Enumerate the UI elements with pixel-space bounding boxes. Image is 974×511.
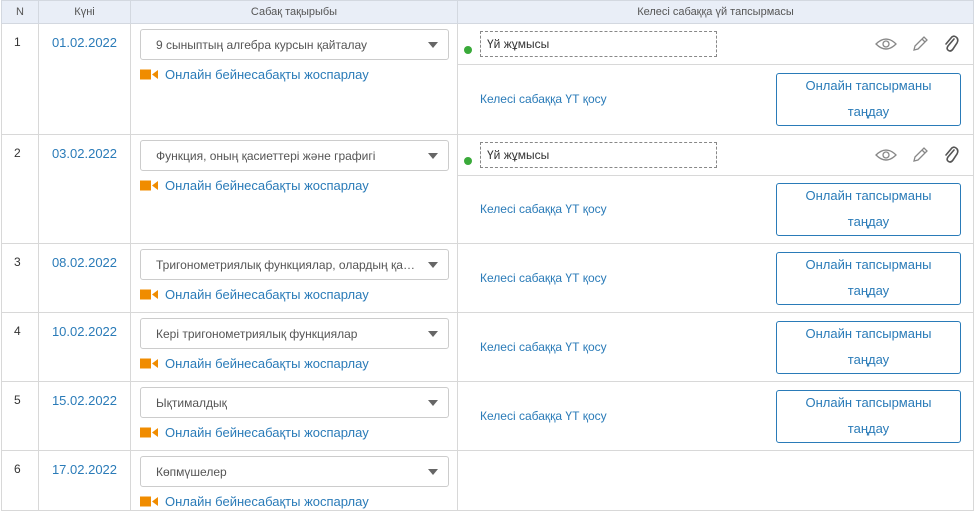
plan-online-video-link[interactable]: Онлайн бейнесабақты жоспарлау <box>140 67 449 82</box>
lesson-date[interactable]: 03.02.2022 <box>52 146 117 161</box>
add-homework-link[interactable]: Келесі сабаққа ҮТ қосу <box>480 409 607 423</box>
lesson-date[interactable]: 17.02.2022 <box>52 462 117 477</box>
eye-icon[interactable] <box>875 148 897 162</box>
add-homework-link[interactable]: Келесі сабаққа ҮТ қосу <box>480 202 607 216</box>
topic-select[interactable]: Ықтималдық <box>140 387 449 418</box>
topic-select-value: Тригонометриялық функциялар, олардың қас… <box>156 257 420 272</box>
choose-online-task-label-1: Онлайн тапсырманы <box>805 326 932 341</box>
video-camera-icon <box>140 496 158 507</box>
video-camera-icon <box>140 427 158 438</box>
next-homework-row: Келесі сабаққа ҮТ қосу Онлайн тапсырманы… <box>458 382 973 450</box>
table-row: 1 01.02.2022 9 сыныптың алгебра курсын қ… <box>1 23 974 135</box>
chevron-down-icon <box>428 261 438 268</box>
chevron-down-icon <box>428 399 438 406</box>
plan-online-video-label: Онлайн бейнесабақты жоспарлау <box>165 425 369 440</box>
plan-online-video-link[interactable]: Онлайн бейнесабақты жоспарлау <box>140 494 449 509</box>
video-camera-icon <box>140 289 158 300</box>
next-homework-row: Келесі сабаққа ҮТ қосу Онлайн тапсырманы… <box>458 313 973 381</box>
choose-online-task-button[interactable]: Онлайн тапсырманы таңдау <box>776 251 961 305</box>
topic-select-value: Кері тригонометриялық функциялар <box>156 326 358 341</box>
col-date: Күні <box>38 0 131 24</box>
topic-select-value: 9 сыныптың алгебра курсын қайталау <box>156 37 368 52</box>
table-row: 6 17.02.2022 Көпмүшелер Онлайн бейнесаба… <box>1 450 974 511</box>
chevron-down-icon <box>428 152 438 159</box>
chevron-down-icon <box>428 468 438 475</box>
lesson-date[interactable]: 15.02.2022 <box>52 393 117 408</box>
header-row: N Күні Сабақ тақырыбы Келесі сабаққа үй … <box>1 0 974 24</box>
next-homework-row: Келесі сабаққа ҮТ қосу Онлайн тапсырманы… <box>458 65 973 133</box>
plan-online-video-label: Онлайн бейнесабақты жоспарлау <box>165 494 369 509</box>
topic-select[interactable]: 9 сыныптың алгебра курсын қайталау <box>140 29 449 60</box>
choose-online-task-label-1: Онлайн тапсырманы <box>805 257 932 272</box>
plan-online-video-label: Онлайн бейнесабақты жоспарлау <box>165 287 369 302</box>
plan-online-video-label: Онлайн бейнесабақты жоспарлау <box>165 356 369 371</box>
video-camera-icon <box>140 358 158 369</box>
table-row: 3 08.02.2022 Тригонометриялық функциялар… <box>1 243 974 313</box>
homework-field[interactable]: Үй жұмысы <box>480 142 717 168</box>
choose-online-task-button[interactable]: Онлайн тапсырманы таңдау <box>776 182 961 236</box>
col-n: N <box>1 0 39 24</box>
pencil-icon[interactable] <box>911 35 929 53</box>
table-row: 4 10.02.2022 Кері тригонометриялық функц… <box>1 312 974 382</box>
paperclip-icon[interactable] <box>943 34 959 54</box>
topic-select-value: Функция, оның қасиеттері және графигі <box>156 148 376 163</box>
row-number: 5 <box>14 393 21 407</box>
topic-select[interactable]: Көпмүшелер <box>140 456 449 487</box>
lesson-date[interactable]: 08.02.2022 <box>52 255 117 270</box>
plan-online-video-link[interactable]: Онлайн бейнесабақты жоспарлау <box>140 356 449 371</box>
choose-online-task-label-2: таңдау <box>847 283 890 298</box>
status-dot <box>464 46 472 54</box>
lessons-table: N Күні Сабақ тақырыбы Келесі сабаққа үй … <box>1 0 974 511</box>
add-homework-link[interactable]: Келесі сабаққа ҮТ қосу <box>480 92 607 106</box>
topic-select-value: Көпмүшелер <box>156 464 227 479</box>
pencil-icon[interactable] <box>911 146 929 164</box>
choose-online-task-label-2: таңдау <box>847 352 890 367</box>
paperclip-icon[interactable] <box>943 145 959 165</box>
table-row: 5 15.02.2022 Ықтималдық Онлайн бейнесаба… <box>1 381 974 451</box>
plan-online-video-label: Онлайн бейнесабақты жоспарлау <box>165 178 369 193</box>
row-number: 1 <box>14 35 21 49</box>
plan-online-video-link[interactable]: Онлайн бейнесабақты жоспарлау <box>140 178 449 193</box>
row-number: 4 <box>14 324 21 338</box>
choose-online-task-label-1: Онлайн тапсырманы <box>805 188 932 203</box>
choose-online-task-label-2: таңдау <box>847 421 890 436</box>
choose-online-task-label-1: Онлайн тапсырманы <box>805 395 932 410</box>
choose-online-task-label-2: таңдау <box>847 214 890 229</box>
col-topic: Сабақ тақырыбы <box>130 0 458 24</box>
topic-select[interactable]: Функция, оның қасиеттері және графигі <box>140 140 449 171</box>
choose-online-task-button[interactable]: Онлайн тапсырманы таңдау <box>776 320 961 374</box>
topic-select[interactable]: Кері тригонометриялық функциялар <box>140 318 449 349</box>
choose-online-task-button[interactable]: Онлайн тапсырманы таңдау <box>776 72 961 126</box>
row-number: 2 <box>14 146 21 160</box>
plan-online-video-link[interactable]: Онлайн бейнесабақты жоспарлау <box>140 287 449 302</box>
add-homework-link[interactable]: Келесі сабаққа ҮТ қосу <box>480 340 607 354</box>
row-number: 3 <box>14 255 21 269</box>
plan-online-video-link[interactable]: Онлайн бейнесабақты жоспарлау <box>140 425 449 440</box>
status-dot <box>464 157 472 165</box>
lesson-date[interactable]: 10.02.2022 <box>52 324 117 339</box>
col-homework: Келесі сабаққа үй тапсырмасы <box>457 0 974 24</box>
next-homework-row: Келесі сабаққа ҮТ қосу Онлайн тапсырманы… <box>458 176 973 242</box>
video-camera-icon <box>140 180 158 191</box>
choose-online-task-label-2: таңдау <box>847 104 890 119</box>
add-homework-link[interactable]: Келесі сабаққа ҮТ қосу <box>480 271 607 285</box>
chevron-down-icon <box>428 41 438 48</box>
eye-icon[interactable] <box>875 37 897 51</box>
chevron-down-icon <box>428 330 438 337</box>
homework-row: Үй жұмысы <box>458 24 973 65</box>
homework-row: Үй жұмысы <box>458 135 973 176</box>
plan-online-video-label: Онлайн бейнесабақты жоспарлау <box>165 67 369 82</box>
table-row: 2 03.02.2022 Функция, оның қасиеттері жә… <box>1 134 974 244</box>
choose-online-task-button[interactable]: Онлайн тапсырманы таңдау <box>776 389 961 443</box>
homework-field[interactable]: Үй жұмысы <box>480 31 717 57</box>
video-camera-icon <box>140 69 158 80</box>
topic-select-value: Ықтималдық <box>156 395 227 410</box>
choose-online-task-label-1: Онлайн тапсырманы <box>805 78 932 93</box>
row-number: 6 <box>14 462 21 476</box>
topic-select[interactable]: Тригонометриялық функциялар, олардың қас… <box>140 249 449 280</box>
next-homework-row: Келесі сабаққа ҮТ қосу Онлайн тапсырманы… <box>458 244 973 312</box>
lesson-date[interactable]: 01.02.2022 <box>52 35 117 50</box>
